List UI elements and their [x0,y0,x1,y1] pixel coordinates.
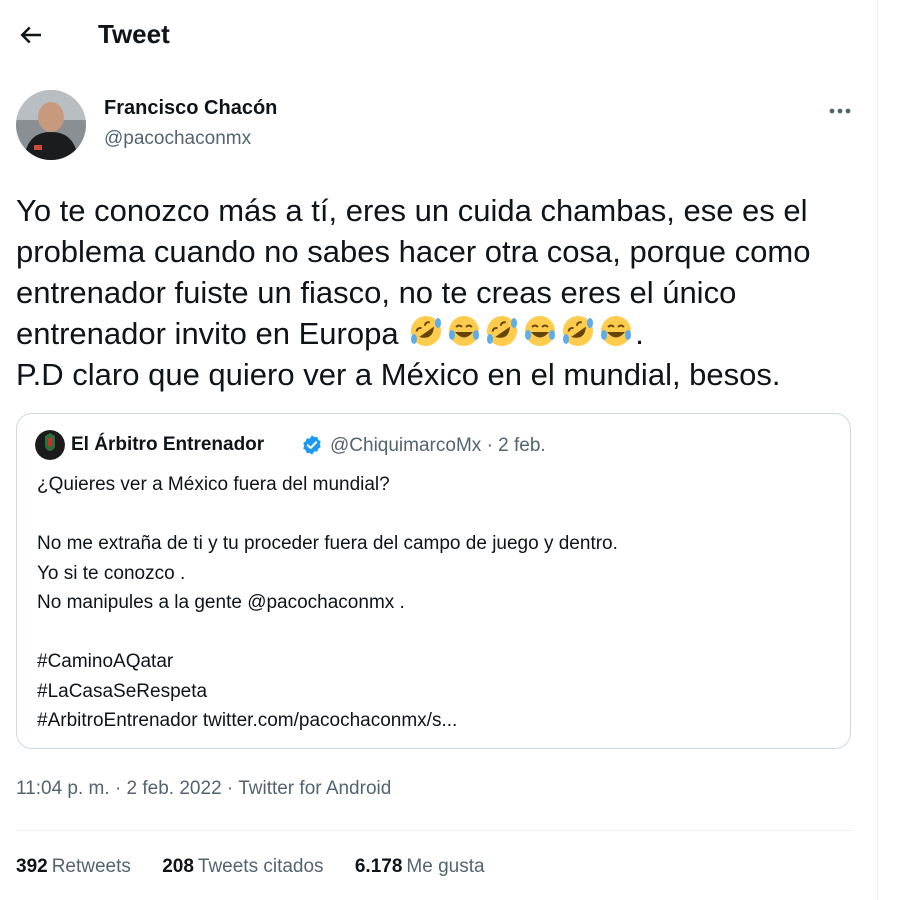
tweet-timestamp: 11:04 p. m. · 2 feb. 2022 · Twitter for … [16,778,391,800]
tweet-time[interactable]: 11:04 p. m. [16,778,110,799]
face-with-tears-of-joy-emoji-icon [601,316,632,346]
quote-avatar[interactable] [35,430,65,460]
tweet-text-punct: . [635,316,644,351]
more-dots-icon[interactable] [826,97,854,125]
rolling-on-floor-laughing-emoji-icon [487,316,518,346]
quote-meta: @ChiquimarcoMx · 2 feb. [330,435,546,457]
meta-separator: · [114,778,122,799]
emoji-row [407,316,635,351]
quote-line: ¿Quieres ver a México fuera del mundial? [37,474,390,495]
quote-line: #ArbitroEntrenador twitter.com/pacochaco… [37,710,458,731]
tweet-text-end: P.D claro que quiero ver a México en el … [16,357,781,392]
quote-text: ¿Quieres ver a México fuera del mundial?… [37,470,837,736]
tweet-source[interactable]: Twitter for Android [238,778,391,799]
likes-count: 6.178 [354,856,403,877]
likes-label: Me gusta [406,856,485,877]
retweets-label: Retweets [51,856,131,877]
quote-line: No manipules a la gente @pacochaconmx . [37,592,405,613]
face-with-tears-of-joy-emoji-icon [449,316,480,346]
quote-separator: · [486,435,493,456]
tweet-date[interactable]: 2 feb. 2022 [127,778,222,799]
quote-author-name[interactable]: El Árbitro Entrenador [71,434,264,456]
quote-tweets-stat[interactable]: 208 Tweets citados [162,856,323,878]
quote-line: #LaCasaSeRespeta [37,680,208,702]
quote-date[interactable]: 2 feb. [498,435,546,456]
quote-line [37,618,837,648]
page-title: Tweet [98,19,170,49]
quote-line: No me extraña de ti y tu proceder fuera … [37,533,618,554]
meta-separator: · [226,778,234,799]
quote-line [37,500,837,530]
verified-badge-icon [303,435,321,455]
divider [16,830,853,831]
quote-tweets-count: 208 [162,856,194,877]
quote-tweets-label: Tweets citados [197,856,324,877]
retweets-stat[interactable]: 392 Retweets [16,856,131,878]
author-handle[interactable]: @pacochaconmx [104,128,251,150]
retweets-count: 392 [16,856,48,877]
quote-line: #CaminoAQatar [37,651,174,672]
arrow-left-icon[interactable] [16,20,46,50]
page-header: Tweet [0,0,877,70]
tweet-column: Tweet Francisco Chacón @pacochaconmx Yo … [0,0,878,900]
face-with-tears-of-joy-emoji-icon [525,316,556,346]
quote-line: Yo si te conozco . [37,562,186,584]
author-name[interactable]: Francisco Chacón [104,97,277,120]
quote-handle[interactable]: @ChiquimarcoMx [330,435,481,456]
tweet-stats: 392 Retweets 208 Tweets citados 6.178 Me gu… [16,856,511,878]
tweet-text: Yo te conozco más a tí, eres un cuida ch… [16,190,866,395]
likes-stat[interactable]: 6.178 Me gusta [355,856,485,878]
avatar[interactable] [16,90,86,160]
rolling-on-floor-laughing-emoji-icon [563,316,594,346]
rolling-on-floor-laughing-emoji-icon [411,316,442,346]
quoted-tweet[interactable]: El Árbitro Entrenador @ChiquimarcoMx · 2… [16,413,851,749]
